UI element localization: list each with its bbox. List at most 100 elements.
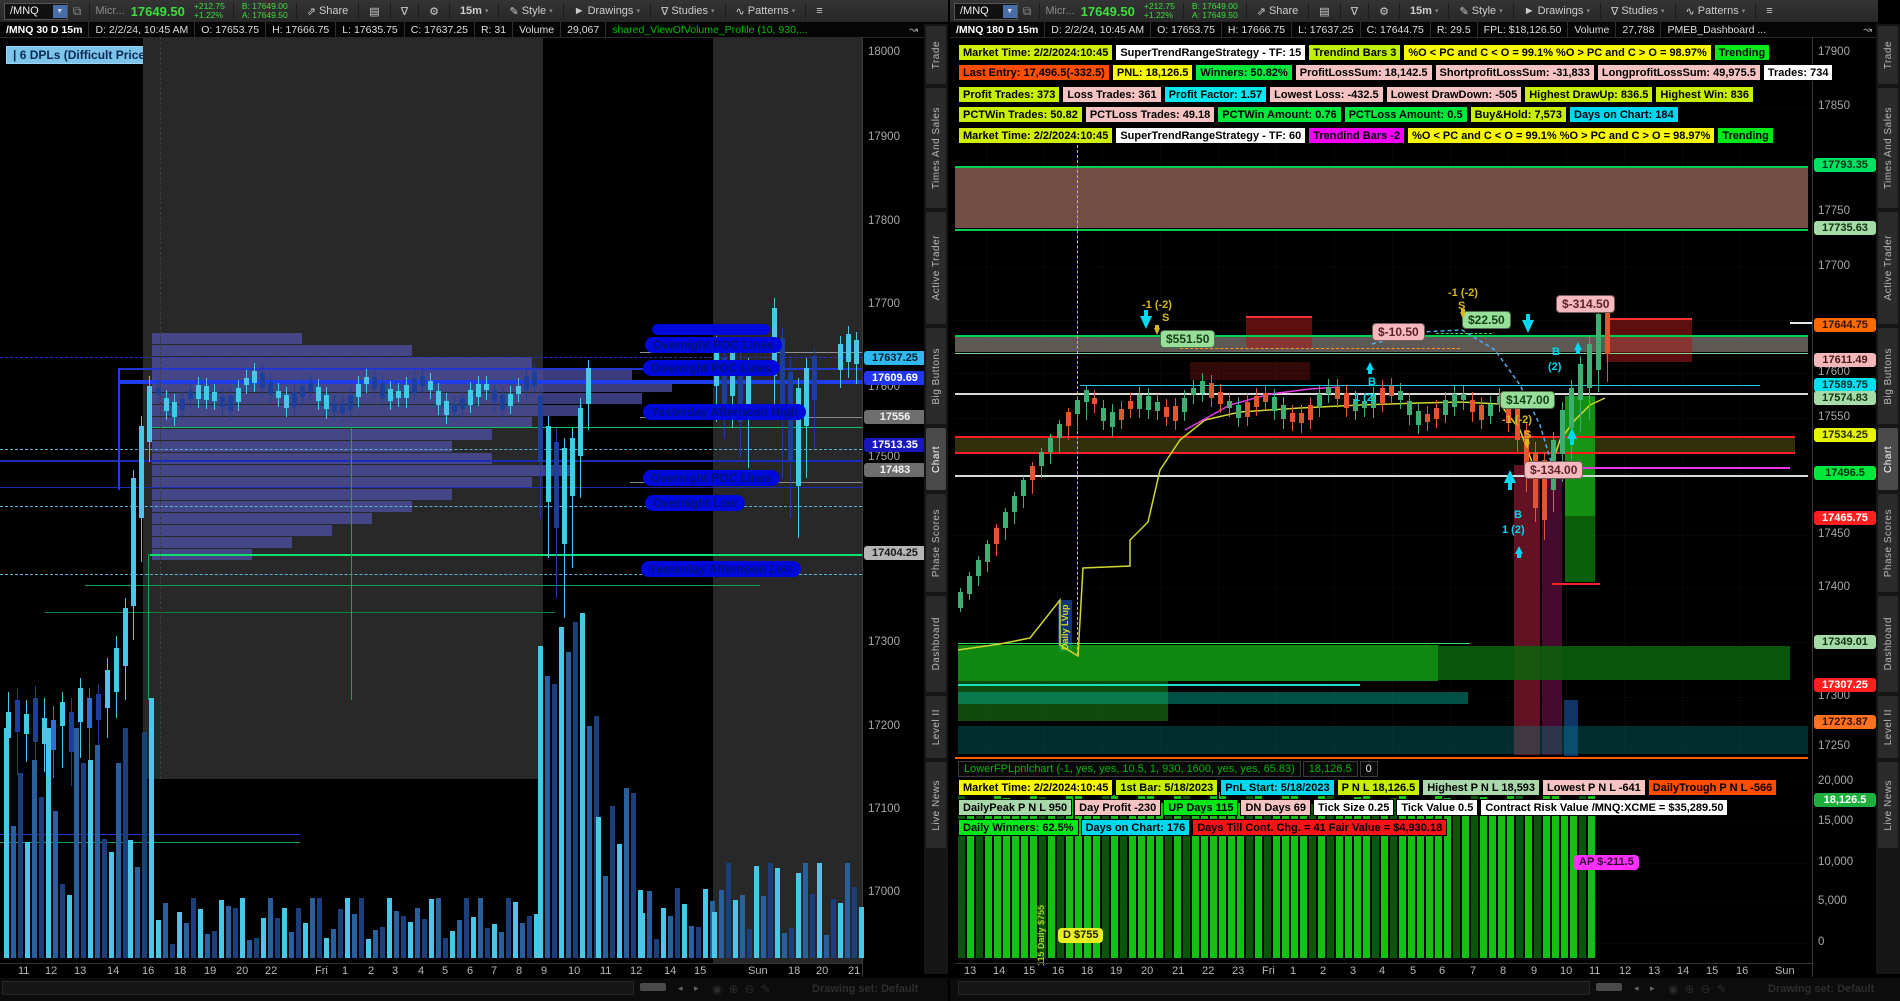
candle-body	[1146, 396, 1151, 410]
axis-tick-label: 17300	[868, 636, 900, 648]
volume-bar	[478, 898, 483, 958]
grid-line	[955, 418, 1808, 419]
sidebar-tab-active-trader[interactable]: Active Trader	[1878, 212, 1898, 324]
trade-annotation: B	[1552, 346, 1560, 358]
trade-annotation: (2)	[1548, 361, 1561, 373]
scroll-handle-right[interactable]	[1596, 983, 1622, 991]
candle-body	[1092, 398, 1097, 404]
sidebar-tab-active-trader[interactable]: Active Trader	[926, 212, 946, 324]
sidebar-tab-live-news[interactable]: Live News	[926, 762, 946, 848]
price-bubble: 17574.83	[1814, 391, 1876, 405]
chart-zone	[1246, 316, 1312, 348]
pnl-callout: $-134.00	[1524, 461, 1583, 479]
volume-bar	[527, 916, 532, 958]
scroll-handle-left[interactable]	[640, 983, 666, 991]
volume-bar	[226, 906, 231, 958]
sidebar-tab-times-and-sales[interactable]: Times And Sales	[1878, 88, 1898, 208]
volume-bar	[689, 926, 694, 958]
sidebar-tab-dashboard[interactable]: Dashboard	[1878, 596, 1898, 692]
sidebar-tab-times-and-sales[interactable]: Times And Sales	[926, 88, 946, 208]
time-label: 18	[174, 965, 186, 977]
scroll-right-arrow[interactable]: ▸	[694, 983, 699, 994]
candle-body	[516, 386, 521, 394]
sidebar-tab-level-ii[interactable]: Level II	[926, 696, 946, 758]
volume-bar	[88, 760, 93, 958]
axis-tick-label: 17600	[1818, 366, 1850, 378]
stat-chip: Tick Size 0.25	[1313, 799, 1394, 816]
sidebar-tab-big-buttons[interactable]: Big Buttons	[926, 328, 946, 424]
candle-body	[484, 384, 489, 390]
volume-bar	[852, 887, 857, 958]
candle-body	[436, 391, 441, 405]
up-arrow-icon	[1504, 470, 1516, 483]
volume-bar	[296, 908, 301, 958]
pnl-callout: $-314.50	[1556, 295, 1615, 313]
scroll-left-arrow[interactable]: ◂	[678, 983, 683, 994]
sidebar-tab-level-ii[interactable]: Level II	[1878, 696, 1898, 758]
candle-body	[1560, 410, 1565, 454]
time-label: 20	[1141, 965, 1153, 977]
candle-body	[1119, 409, 1124, 420]
time-label: 3	[392, 965, 398, 977]
scrollbar-left[interactable]	[2, 981, 634, 995]
time-label: 11	[1589, 965, 1600, 977]
candle-body	[1443, 400, 1448, 415]
stat-chip: LongprofitLossSum: 49,975.5	[1597, 64, 1761, 81]
volume-bar	[149, 698, 154, 958]
price-bubble: 17793.35	[1814, 158, 1876, 172]
axis-tick-label: 17700	[868, 298, 900, 310]
stat-row: Last Entry: 17,496.5(-332.5)PNL: 18,126.…	[958, 64, 1835, 81]
sidebar-tab-chart[interactable]: Chart	[1878, 428, 1898, 490]
sidebar-tab-trade[interactable]: Trade	[926, 26, 946, 84]
down-arrow-icon	[1140, 316, 1152, 329]
price-line	[955, 452, 1795, 454]
stat-row: Market Time: 2/2/2024:10:451st Bar: 5/18…	[958, 779, 1779, 796]
pan-zoom-icons-right[interactable]: ◉⊕⊖✎	[1668, 982, 1733, 996]
scrollbar-right[interactable]	[958, 981, 1590, 995]
candle-body	[420, 376, 425, 386]
time-label: 10	[568, 965, 580, 977]
candle-body	[260, 373, 265, 388]
sidebar-tab-chart[interactable]: Chart	[926, 428, 946, 490]
time-label: 16	[142, 965, 154, 977]
pan-zoom-icons-left[interactable]: ◉⊕⊖✎	[712, 982, 777, 996]
price-bubble: 17349.01	[1814, 635, 1876, 649]
line-callout	[652, 324, 770, 335]
candle-body	[1299, 413, 1304, 423]
axis-tick-label: 18000	[868, 46, 900, 58]
sidebar-tab-live-news[interactable]: Live News	[1878, 762, 1898, 848]
price-bubble: 17483	[864, 463, 926, 477]
time-label: 14	[664, 965, 676, 977]
candle-body	[276, 391, 281, 398]
volume-bar	[303, 923, 308, 958]
time-label: 23	[1232, 965, 1244, 977]
volume-bar	[596, 817, 601, 958]
sidebar-tab-big-buttons[interactable]: Big Buttons	[1878, 328, 1898, 424]
candle-body	[164, 398, 169, 411]
time-label: 2	[368, 965, 374, 977]
volume-bar	[338, 909, 343, 958]
sidebar-tab-phase-scores[interactable]: Phase Scores	[926, 494, 946, 592]
price-line	[85, 585, 760, 586]
stat-chip: Lowest Loss: -432.5	[1269, 86, 1384, 103]
sidebar-tab-phase-scores[interactable]: Phase Scores	[1878, 494, 1898, 592]
candle-body	[532, 371, 537, 386]
stat-chip: Trendind Bars 3	[1308, 44, 1401, 61]
volume-bar	[824, 935, 829, 958]
stat-row: DailyPeak P N L 950Day Profit -230UP Day…	[958, 799, 1730, 816]
price-line	[955, 757, 1808, 759]
scroll-right-arrow-right[interactable]: ▸	[1650, 983, 1655, 994]
candle-body	[1380, 388, 1385, 403]
candle-body	[364, 377, 369, 384]
candle-body	[1164, 407, 1169, 417]
price-bubble: 17534.25	[1814, 428, 1876, 442]
volume-bar	[275, 918, 280, 958]
candle-body	[958, 592, 963, 608]
pnl-bar	[1480, 797, 1487, 958]
axis-tick-label: 0	[1818, 936, 1824, 948]
sidebar-tab-trade[interactable]: Trade	[1878, 26, 1898, 84]
axis-tick-label: 17850	[1818, 100, 1850, 112]
scroll-left-arrow-right[interactable]: ◂	[1634, 983, 1639, 994]
volume-bar	[733, 900, 738, 958]
sidebar-tab-dashboard[interactable]: Dashboard	[926, 596, 946, 692]
